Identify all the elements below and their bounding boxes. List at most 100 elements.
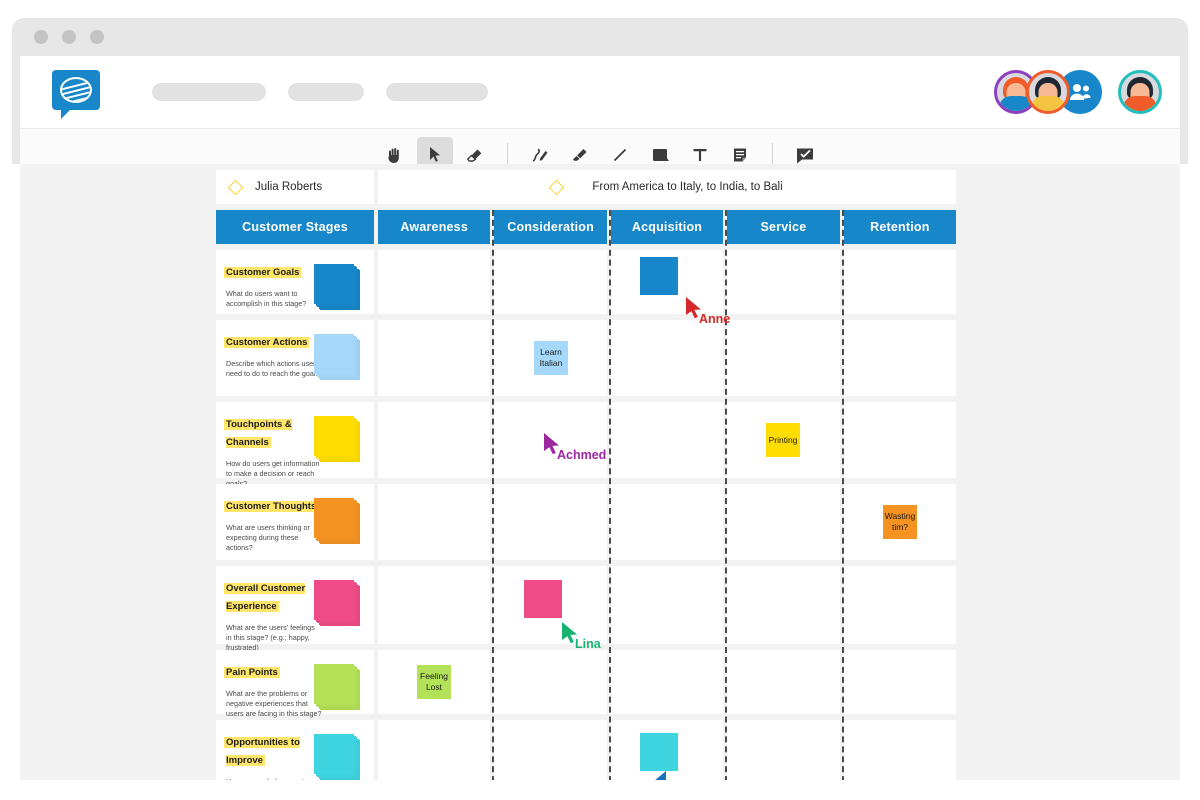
grid-cell[interactable] [610,320,724,396]
journey-row-overall-customer-experience: Overall Customer Experience What are the … [216,566,957,652]
window-titlebar [12,18,1188,56]
sticky-note-stack[interactable] [314,664,361,711]
grid-cell[interactable] [494,650,607,714]
row-label-cell[interactable]: Pain Points What are the problems or nega… [216,650,374,718]
grid-cell[interactable] [378,566,491,644]
row-title: Customer Goals [226,267,300,278]
row-title: Opportunities to Improve [226,737,300,766]
grid-cell[interactable] [610,650,724,714]
header-stage-consideration[interactable]: Consideration [494,210,607,244]
row-title: Overall Customer Experience [226,583,306,612]
toolbar-divider [772,142,773,167]
sticky-note[interactable]: Feeling Lost [417,665,451,699]
grid-cell[interactable] [843,250,957,314]
journey-label: From America to Italy, to India, to Bali [592,181,783,193]
journey-row-customer-thoughts: Customer Thoughts What are users thinking… [216,484,957,560]
journey-row-pain-points: Pain Points What are the problems or nega… [216,650,957,718]
row-description: What do users want to accomplish in this… [226,289,307,308]
grid-cell[interactable] [494,250,607,314]
grid-cell[interactable] [843,566,957,644]
window-maximize-button[interactable] [90,30,104,44]
header-stage-awareness[interactable]: Awareness [378,210,491,244]
nav-menu-item-1[interactable] [152,83,266,101]
app-logo-icon[interactable] [52,70,100,119]
collaborator-avatar-stack [994,70,1162,114]
diamond-icon [227,179,244,195]
persona-card[interactable]: Julia Roberts [216,170,374,204]
sticky-note[interactable]: Learn Italian [534,341,568,375]
row-label-cell[interactable]: Customer Goals What do users want to acco… [216,250,374,314]
row-title: Customer Thoughts [226,501,317,512]
whiteboard-canvas[interactable]: Julia Roberts From America to Italy, to … [20,164,1180,780]
grid-cell[interactable] [378,250,491,314]
row-description: What are users thinking or expecting dur… [226,523,310,552]
current-user-avatar[interactable] [1118,70,1162,114]
persona-label: Julia Roberts [255,181,323,193]
grid-cell[interactable] [727,650,840,714]
header-stage-retention[interactable]: Retention [843,210,957,244]
grid-cell[interactable] [843,402,957,478]
journey-row-touchpoints-channels: Touchpoints & Channels How do users get i… [216,402,957,488]
grid-cell[interactable] [494,720,607,780]
stage-header-row: Customer Stages Awareness Consideration … [216,210,957,244]
sticky-note[interactable]: Printing [766,423,800,457]
header-customer-stages: Customer Stages [216,210,374,244]
board-meta-row: Julia Roberts From America to Italy, to … [216,170,956,204]
avatar[interactable] [1026,70,1070,114]
row-label-cell[interactable]: Opportunities to Improve How can we help … [216,720,374,780]
row-title: Pain Points [226,667,278,678]
app-header [20,56,1180,128]
grid-cell[interactable] [378,484,491,560]
app-nav-menu [152,83,488,101]
sticky-note-stack[interactable] [314,334,361,381]
row-description: What are the users' feelings in this sta… [226,623,315,652]
grid-cell[interactable] [610,484,724,560]
grid-cell[interactable] [494,402,607,478]
journey-map-board: Julia Roberts From America to Italy, to … [216,170,957,780]
sticky-note[interactable]: Wasting tim? [883,505,917,539]
grid-cell[interactable] [727,566,840,644]
sticky-note-stack[interactable] [314,416,361,463]
sticky-note-blank[interactable] [640,733,678,771]
sticky-note-stack[interactable] [314,580,361,627]
header-stage-service[interactable]: Service [727,210,840,244]
grid-cell[interactable] [610,402,724,478]
grid-cell[interactable] [378,320,491,396]
journey-card[interactable]: From America to Italy, to India, to Bali [378,170,956,204]
sticky-note-stack[interactable] [314,264,361,311]
sticky-note-blank[interactable] [640,257,678,295]
row-label-cell[interactable]: Customer Thoughts What are users thinking… [216,484,374,560]
grid-cell[interactable] [610,566,724,644]
grid-cell[interactable] [727,484,840,560]
grid-cell[interactable] [494,484,607,560]
grid-cell[interactable] [843,320,957,396]
journey-row-customer-actions: Customer Actions Describe which actions u… [216,320,957,396]
nav-menu-item-2[interactable] [288,83,364,101]
row-description: How can we help users to reach the goal?… [226,777,322,780]
diamond-icon [549,179,565,195]
nav-menu-item-3[interactable] [386,83,488,101]
journey-row-opportunities-to-improve: Opportunities to Improve How can we help … [216,720,957,780]
window-minimize-button[interactable] [62,30,76,44]
grid-cell[interactable] [378,402,491,478]
header-stage-acquisition[interactable]: Acquisition [610,210,724,244]
row-label-cell[interactable]: Overall Customer Experience What are the … [216,566,374,652]
row-label-cell[interactable]: Touchpoints & Channels How do users get i… [216,402,374,488]
sticky-note-stack[interactable] [314,498,361,545]
row-label-cell[interactable]: Customer Actions Describe which actions u… [216,320,374,396]
sticky-note-stack[interactable] [314,734,361,780]
row-title: Customer Actions [226,337,308,348]
journey-row-customer-goals: Customer Goals What do users want to acco… [216,250,957,314]
browser-window [12,18,1188,180]
grid-cell[interactable] [727,320,840,396]
sticky-note-blank[interactable] [524,580,562,618]
grid-cell[interactable] [378,720,491,780]
grid-cell[interactable] [727,250,840,314]
grid-cell[interactable] [727,720,840,780]
grid-cell[interactable] [843,650,957,714]
grid-cell[interactable] [843,720,957,780]
journey-map-rows: Customer Goals What do users want to acco… [216,250,957,780]
toolbar-divider [507,142,508,167]
row-description: Describe which actions users need to do … [226,359,322,378]
window-close-button[interactable] [34,30,48,44]
